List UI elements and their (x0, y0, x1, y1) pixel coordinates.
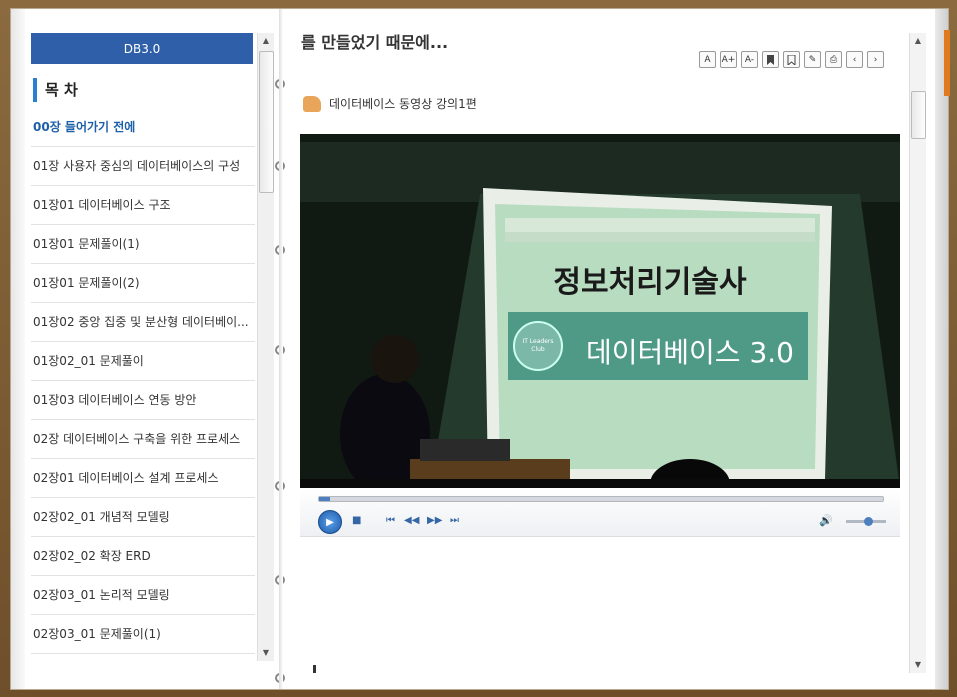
font-increase-icon[interactable]: A+ (720, 51, 737, 68)
ebook-page: DB3.0 목 차 00장 들어가기 전에 01장 사용자 중심의 데이터베이스의… (10, 8, 949, 690)
toc-scroll-thumb[interactable] (259, 51, 274, 193)
slide-logo-text: Club (531, 346, 545, 353)
stop-icon[interactable]: ■ (352, 515, 361, 526)
print-icon[interactable]: ⎙ (825, 51, 842, 68)
toc-item[interactable]: 02장02_01 개념적 모델링 (31, 498, 255, 537)
skip-forward-icon[interactable]: ⏭ (450, 515, 459, 526)
seek-bar[interactable] (318, 496, 884, 502)
play-button[interactable]: ▶ (318, 510, 342, 534)
toc-list: 00장 들어가기 전에 01장 사용자 중심의 데이터베이스의 구성 01장01 데… (31, 108, 255, 654)
scroll-down-icon[interactable]: ▼ (912, 659, 924, 671)
content-title: 를 만들었기 때문에... (301, 33, 449, 52)
book-title-header[interactable]: DB3.0 (31, 33, 253, 64)
toc-item[interactable]: 02장03_01 문제풀이(1) (31, 615, 255, 654)
next-icon[interactable]: › (867, 51, 884, 68)
scroll-down-icon[interactable]: ▼ (260, 647, 272, 659)
font-reset-icon[interactable]: A (699, 51, 716, 68)
toc-item[interactable]: 01장 사용자 중심의 데이터베이스의 구성 (31, 147, 255, 186)
volume-knob[interactable] (864, 517, 873, 526)
toc-item[interactable]: 01장02 중앙 집중 및 분산형 데이터베이... (31, 303, 255, 342)
scroll-up-icon[interactable]: ▲ (912, 35, 924, 47)
video-frame[interactable]: IT Leaders Club 정보처리기술사 데이터베이스 3.0 (300, 134, 900, 488)
reader-toolbar: A A+ A- ✎ ⎙ ‹ › (699, 51, 884, 68)
lecture-video-image: IT Leaders Club 정보처리기술사 데이터베이스 3.0 (300, 134, 900, 488)
video-player-controls: ▶ ■ ⏮ ◀◀ ▶▶ ⏭ 🔊 (300, 488, 900, 537)
toc-scrollbar[interactable]: ▲ ▼ (257, 33, 274, 661)
seek-progress (319, 497, 331, 501)
fast-forward-icon[interactable]: ▶▶ (427, 515, 442, 526)
font-decrease-icon[interactable]: A- (741, 51, 758, 68)
scroll-up-icon[interactable]: ▲ (260, 35, 272, 47)
page-edge (935, 9, 948, 689)
content-scroll-thumb[interactable] (911, 91, 926, 139)
toc-item[interactable]: 02장01 데이터베이스 설계 프로세스 (31, 459, 255, 498)
page-marker (313, 665, 316, 673)
page-spine (279, 9, 283, 689)
video-caption-text: 데이터베이스 동영상 강의1편 (329, 97, 477, 111)
prev-icon[interactable]: ‹ (846, 51, 863, 68)
rewind-icon[interactable]: ◀◀ (404, 515, 419, 526)
toc-sidebar: DB3.0 목 차 00장 들어가기 전에 01장 사용자 중심의 데이터베이스의… (11, 9, 280, 689)
toc-heading: 목 차 (33, 78, 78, 102)
bookmark-list-icon[interactable] (783, 51, 800, 68)
memo-icon[interactable]: ✎ (804, 51, 821, 68)
slide-title: 정보처리기술사 (553, 265, 747, 300)
bookmark-icon[interactable] (762, 51, 779, 68)
content-scrollbar[interactable]: ▲ ▼ (909, 33, 926, 673)
toc-item[interactable]: 02장03_01 논리적 모델링 (31, 576, 255, 615)
content-pane: 를 만들었기 때문에... A A+ A- ✎ ⎙ ‹ › 데이터베이스 동영상… (289, 9, 917, 689)
toc-item[interactable]: 00장 들어가기 전에 (31, 108, 255, 147)
slide-subtitle: 데이터베이스 3.0 (586, 336, 794, 369)
toc-item[interactable]: 02장 데이터베이스 구축을 위한 프로세스 (31, 420, 255, 459)
toc-item[interactable]: 01장01 문제풀이(2) (31, 264, 255, 303)
skip-back-icon[interactable]: ⏮ (386, 515, 395, 526)
sidebar-shade (11, 9, 25, 689)
bookmark-tab (944, 30, 950, 96)
toc-item[interactable]: 01장01 데이터베이스 구조 (31, 186, 255, 225)
thumbs-up-icon (303, 95, 321, 112)
toc-item[interactable]: 02장02_02 확장 ERD (31, 537, 255, 576)
volume-slider[interactable] (846, 517, 886, 526)
video-caption: 데이터베이스 동영상 강의1편 (303, 95, 477, 112)
toc-item[interactable]: 01장03 데이터베이스 연동 방안 (31, 381, 255, 420)
volume-icon[interactable]: 🔊 (819, 514, 833, 527)
toc-item[interactable]: 01장01 문제풀이(1) (31, 225, 255, 264)
toc-item[interactable]: 01장02_01 문제풀이 (31, 342, 255, 381)
slide-logo-text: IT Leaders (522, 338, 553, 345)
